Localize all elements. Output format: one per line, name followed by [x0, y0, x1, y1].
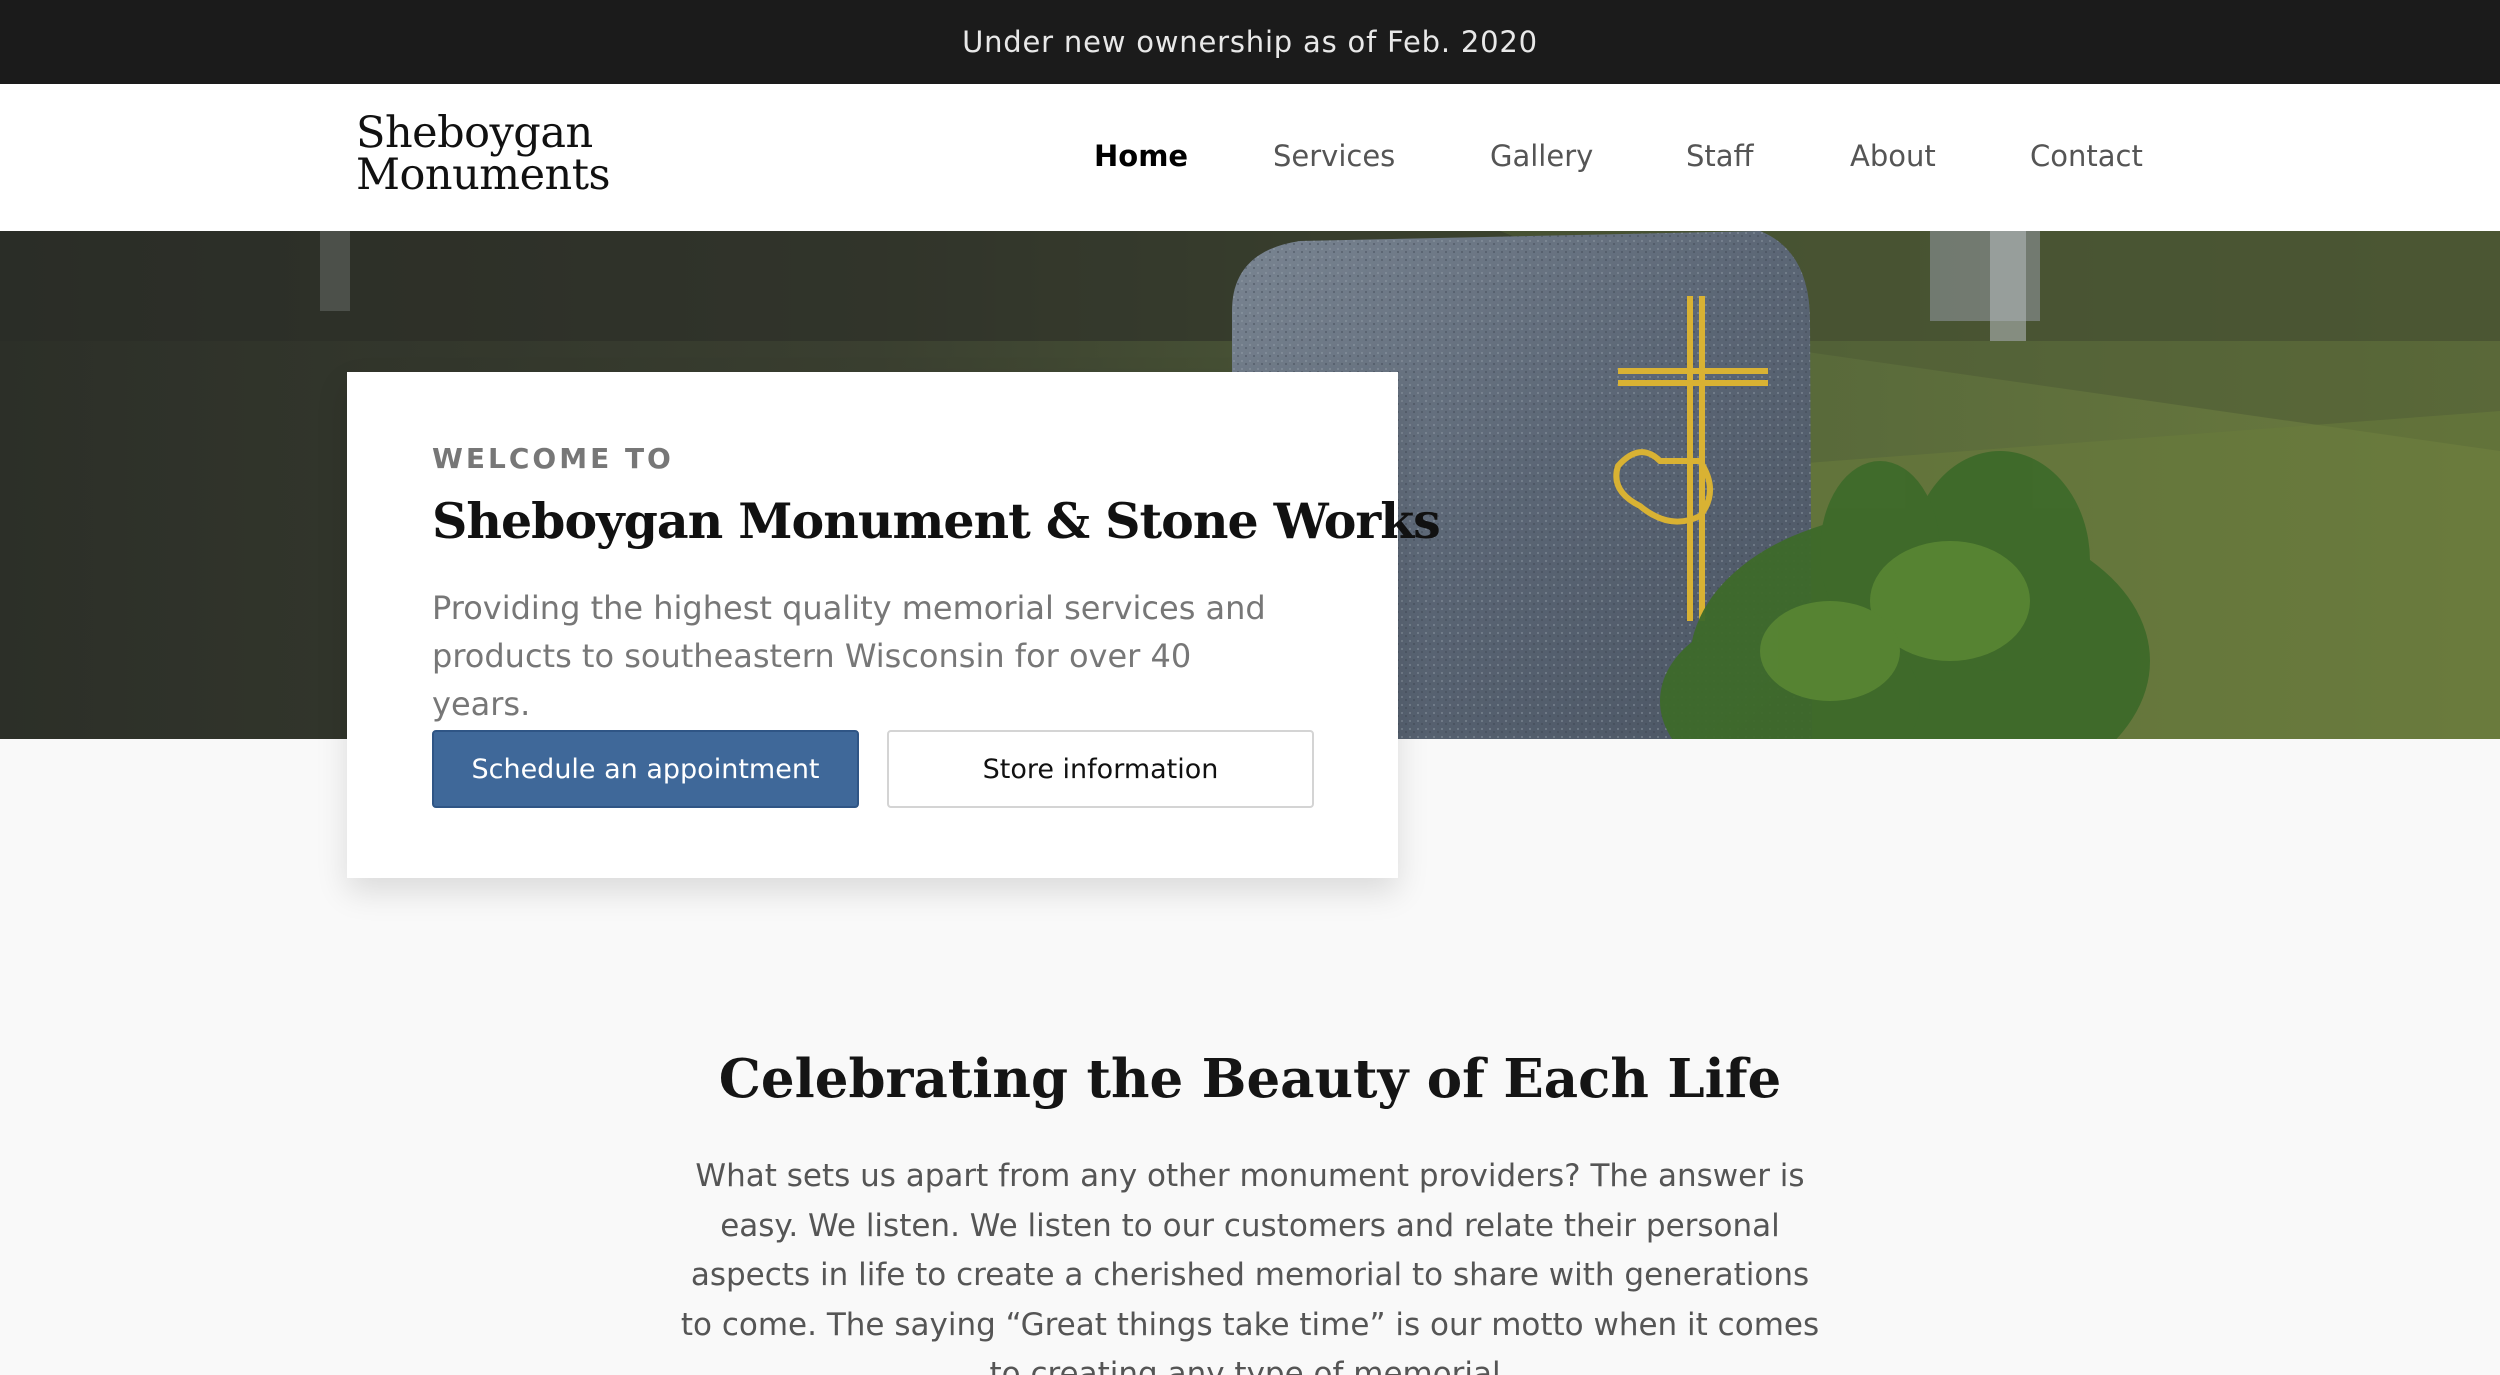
announcement-text: Under new ownership as of Feb. 2020: [962, 25, 1538, 59]
nav-contact[interactable]: Contact: [2030, 139, 2143, 173]
nav-services[interactable]: Services: [1273, 139, 1395, 173]
schedule-appointment-button[interactable]: Schedule an appointment: [432, 730, 859, 808]
nav-staff[interactable]: Staff: [1686, 139, 1754, 173]
main-nav: Home Services Gallery Staff About Contac…: [0, 84, 2500, 231]
section-title: Celebrating the Beauty of Each Life: [718, 1048, 1782, 1110]
hero-title: Sheboygan Monument & Stone Works: [432, 492, 1441, 550]
section-body: What sets us apart from any other monume…: [680, 1158, 1820, 1375]
welcome-eyebrow: WELCOME TO: [432, 442, 674, 475]
site-header: Sheboygan Monuments Home Services Galler…: [0, 84, 2500, 231]
nav-gallery[interactable]: Gallery: [1490, 139, 1593, 173]
hero-description: Providing the highest quality memorial s…: [432, 589, 1266, 723]
welcome-card: WELCOME TO Sheboygan Monument & Stone Wo…: [347, 372, 1441, 878]
nav-home[interactable]: Home: [1094, 139, 1188, 173]
store-information-button[interactable]: Store information: [887, 730, 1314, 808]
nav-about[interactable]: About: [1850, 139, 1936, 173]
announcement-bar: Under new ownership as of Feb. 2020: [0, 0, 2500, 84]
